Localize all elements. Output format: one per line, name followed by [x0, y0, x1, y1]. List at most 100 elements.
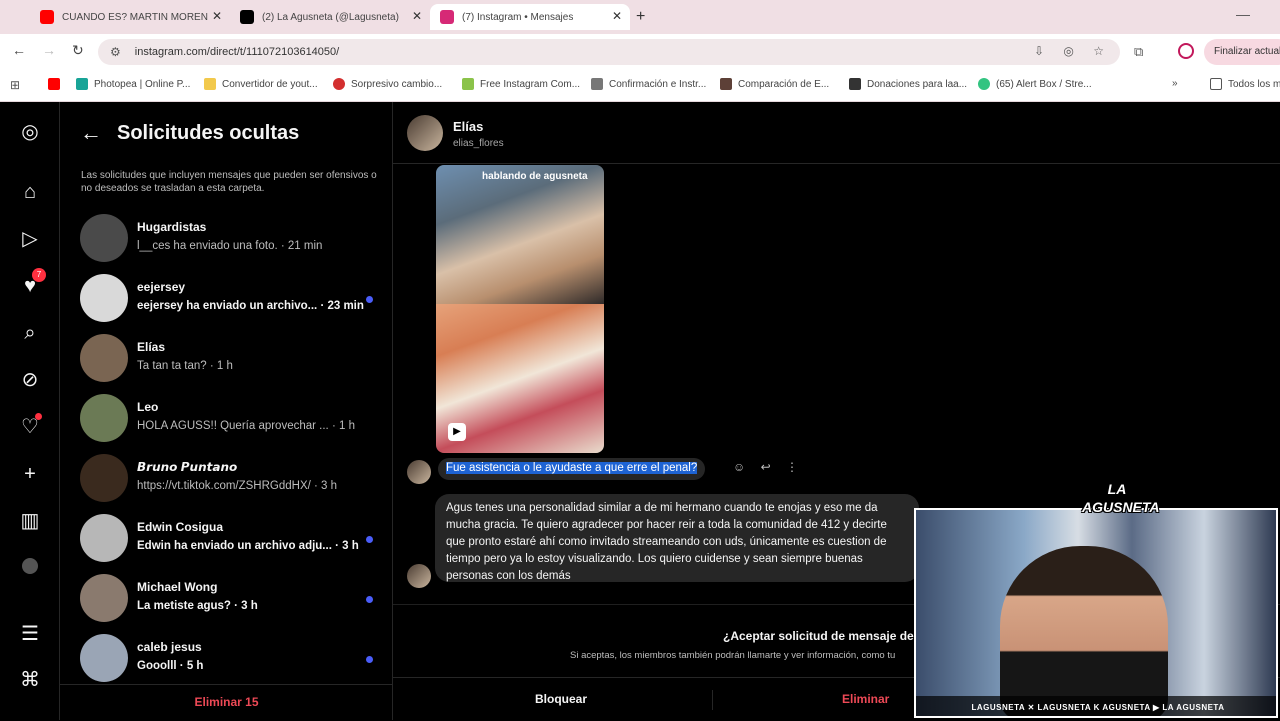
- site-info-icon[interactable]: ⚙: [110, 45, 121, 59]
- instagram-logo-icon[interactable]: ◎: [18, 120, 42, 144]
- new-tab-icon[interactable]: +: [636, 8, 645, 26]
- profile-avatar-icon[interactable]: [18, 556, 42, 580]
- avatar[interactable]: [407, 115, 443, 151]
- request-name: Michael Wong: [137, 580, 218, 594]
- list-item[interactable]: Edwin Cosigua Edwin ha enviado un archiv…: [80, 514, 380, 566]
- close-tab-icon[interactable]: ✕: [612, 9, 622, 23]
- divider: [712, 690, 713, 710]
- bookmark-comparacion[interactable]: Comparación de E...: [720, 78, 829, 90]
- create-icon[interactable]: +: [18, 462, 42, 486]
- delete-all-button[interactable]: Eliminar 15: [60, 695, 393, 709]
- bookmark-confirmacion[interactable]: Confirmación e Instr...: [591, 78, 706, 90]
- bookmark-sorpresivo[interactable]: Sorpresivo cambio...: [333, 78, 442, 90]
- threads-icon[interactable]: ⌘: [18, 668, 42, 692]
- list-item[interactable]: Leo HOLA AGUSS!! Quería aprovechar ... ·…: [80, 394, 380, 446]
- block-button[interactable]: Bloquear: [535, 692, 587, 706]
- folder-icon: [1210, 78, 1222, 90]
- streamer-webcam: [1000, 546, 1168, 716]
- avatar: [80, 634, 128, 682]
- bookmark-converter[interactable]: Convertidor de yout...: [204, 78, 318, 90]
- close-tab-icon[interactable]: ✕: [412, 9, 422, 23]
- avatar: [80, 514, 128, 562]
- bookmark-free-instagram[interactable]: Free Instagram Com...: [462, 78, 580, 90]
- minimize-icon[interactable]: —: [1236, 6, 1250, 22]
- accept-request-title: ¿Aceptar solicitud de mensaje de Elía: [723, 629, 939, 643]
- request-preview: Gooolll · 5 h: [137, 660, 204, 672]
- explore-icon[interactable]: ⊘: [18, 368, 42, 392]
- notifications-heart-icon[interactable]: ♡: [18, 413, 42, 439]
- list-item[interactable]: eejersey eejersey ha enviado un archivo.…: [80, 274, 380, 326]
- list-item[interactable]: 𝘽𝙧𝙪𝙣𝙤 𝙋𝙪𝙣𝙩𝙖𝙣𝙤 https://vt.tiktok.com/ZSHR…: [80, 454, 380, 506]
- request-preview: eejersey ha enviado un archivo... · 23 m…: [137, 300, 364, 312]
- video-watermark: hablando de agusneta: [482, 171, 588, 182]
- message-bubble[interactable]: Fue asistencia o le ayudaste a que erre …: [438, 458, 706, 480]
- notification-dot: [35, 413, 42, 420]
- dashboard-icon[interactable]: ▥: [18, 509, 42, 533]
- avatar: [80, 274, 128, 322]
- browser-toolbar: ← → ↻ ⚙ instagram.com/direct/t/111072103…: [0, 34, 1280, 70]
- streamlabs-icon: [978, 78, 990, 90]
- site-icon: [720, 78, 732, 90]
- message-bubble[interactable]: Agus tenes una personalidad similar a de…: [435, 494, 919, 582]
- bookmark-youtube[interactable]: [48, 78, 66, 90]
- request-name: Edwin Cosigua: [137, 520, 224, 534]
- shared-video-message[interactable]: hablando de agusneta ▶: [436, 165, 604, 453]
- bookmarks-overflow-icon[interactable]: »: [1172, 78, 1178, 89]
- list-item[interactable]: caleb jesus Gooolll · 5 h: [80, 634, 380, 686]
- request-name: eejersey: [137, 280, 186, 294]
- react-emoji-icon[interactable]: ☺: [733, 460, 745, 474]
- delete-button[interactable]: Eliminar: [842, 692, 889, 706]
- extensions-icon[interactable]: ⧉: [1134, 44, 1143, 60]
- request-preview: l__ces ha enviado una foto. · 21 min: [137, 240, 323, 252]
- tab-title: (2) La Agusneta (@Lagusneta): [262, 11, 399, 23]
- webcam-overlay: LAGUSNETA ✕ LAGUSNETA K AGUSNETA ▶ LA AG…: [914, 508, 1278, 718]
- chat-contact-name[interactable]: Elías: [453, 119, 483, 134]
- close-tab-icon[interactable]: ✕: [212, 9, 222, 23]
- delete-all-bar: Eliminar 15: [60, 684, 393, 720]
- bookmark-donaciones[interactable]: Donaciones para laa...: [849, 78, 967, 90]
- finalize-button[interactable]: Finalizar actual: [1204, 39, 1280, 65]
- bookmark-alert-box[interactable]: (65) Alert Box / Stre...: [978, 78, 1092, 90]
- bookmark-photopea[interactable]: Photopea | Online P...: [76, 78, 190, 90]
- forward-icon[interactable]: →: [42, 42, 56, 58]
- x-favicon-icon: [240, 10, 254, 24]
- hide-icon[interactable]: ◎: [1063, 44, 1073, 58]
- panel-title: Solicitudes ocultas: [117, 122, 300, 144]
- search-icon[interactable]: ⌕: [18, 321, 42, 345]
- reload-icon[interactable]: ↻: [72, 42, 84, 59]
- unread-dot: [366, 536, 373, 543]
- request-name: caleb jesus: [137, 640, 202, 654]
- request-preview: Edwin ha enviado un archivo adju... · 3 …: [137, 540, 359, 552]
- request-preview: HOLA AGUSS!! Quería aprovechar ... · 1 h: [137, 420, 355, 432]
- menu-icon[interactable]: ☰: [18, 622, 42, 646]
- tab-x[interactable]: (2) La Agusneta (@Lagusneta) ✕: [230, 4, 430, 30]
- profile-icon[interactable]: [1178, 43, 1194, 59]
- tab-instagram[interactable]: (7) Instagram • Mensajes ✕: [430, 4, 630, 30]
- instagram-rail: ◎ ⌂ ▷ ♥ 7 ⌕ ⊘ ♡ + ▥ ☰ ⌘: [0, 102, 60, 720]
- browser-chrome: CUANDO ES? MARTIN MOREN ✕ (2) La Agusnet…: [0, 0, 1280, 102]
- back-icon[interactable]: ←: [12, 42, 26, 58]
- more-options-icon[interactable]: ⋮: [786, 460, 798, 474]
- play-icon[interactable]: ▶: [448, 423, 466, 441]
- video-thumbnail-top: [436, 165, 604, 304]
- install-app-icon[interactable]: ⇩: [1034, 44, 1044, 58]
- address-bar[interactable]: ⚙ instagram.com/direct/t/111072103614050…: [98, 39, 1120, 65]
- tab-title: CUANDO ES? MARTIN MOREN: [62, 11, 208, 23]
- list-item[interactable]: Elías Ta tan ta tan? · 1 h: [80, 334, 380, 386]
- back-arrow-icon[interactable]: ←: [80, 120, 102, 146]
- home-icon[interactable]: ⌂: [18, 180, 42, 204]
- request-name: Leo: [137, 400, 159, 414]
- request-name: Elías: [137, 340, 166, 354]
- reply-icon[interactable]: ↩: [761, 460, 771, 474]
- messages-icon[interactable]: ♥ 7: [18, 268, 46, 298]
- news-icon: [333, 78, 345, 90]
- message-actions: ☺ ↩ ⋮: [733, 460, 810, 474]
- apps-grid-icon[interactable]: ⊞: [10, 78, 20, 92]
- request-preview: Ta tan ta tan? · 1 h: [137, 360, 233, 372]
- list-item[interactable]: Michael Wong La metiste agus? · 3 h: [80, 574, 380, 626]
- reels-icon[interactable]: ▷: [18, 227, 42, 251]
- list-item[interactable]: Hugardistas l__ces ha enviado una foto. …: [80, 214, 380, 266]
- tab-youtube[interactable]: CUANDO ES? MARTIN MOREN ✕: [30, 4, 230, 30]
- bookmark-star-icon[interactable]: ☆: [1093, 44, 1104, 58]
- bookmark-all-folder[interactable]: Todos los m: [1210, 78, 1280, 90]
